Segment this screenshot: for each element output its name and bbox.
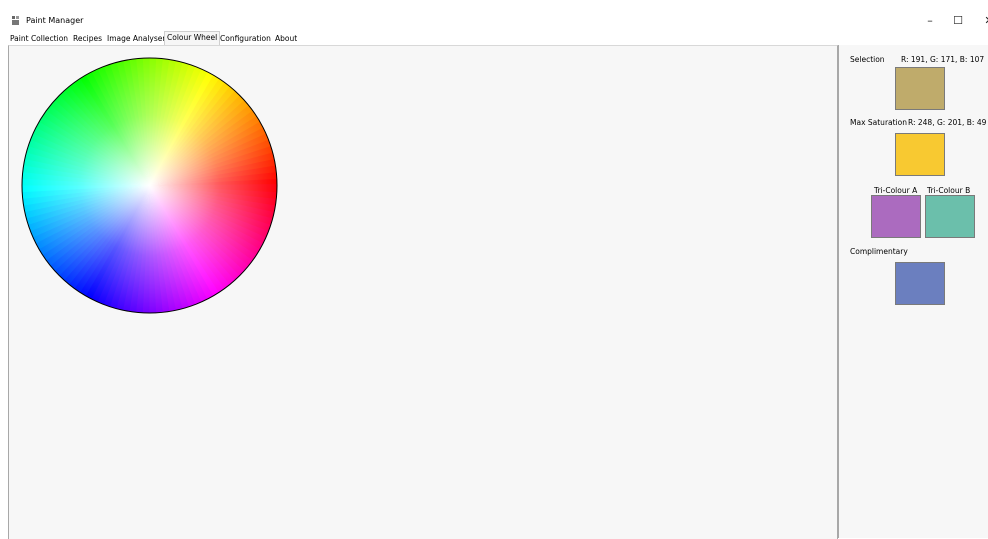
max-saturation-label: Max Saturation — [850, 118, 907, 127]
selection-label: Selection — [850, 55, 885, 64]
window-title: Paint Manager — [26, 16, 84, 25]
close-button[interactable]: ✕ — [977, 12, 988, 30]
tab-recipes[interactable]: Recipes — [73, 33, 102, 44]
complimentary-swatch — [895, 262, 945, 305]
selection-rgb-value: R: 191, G: 171, B: 107 — [901, 55, 985, 64]
complimentary-label: Complimentary — [850, 247, 908, 256]
tab-bar: Paint Collection Recipes Image Analyser … — [0, 31, 988, 45]
tab-image-analyser[interactable]: Image Analyser — [107, 33, 165, 44]
maximize-button[interactable]: ☐ — [946, 12, 970, 30]
title-bar: Paint Manager – ☐ ✕ — [0, 0, 988, 31]
max-saturation-swatch — [895, 133, 945, 176]
tab-configuration[interactable]: Configuration — [220, 33, 271, 44]
tab-colour-wheel[interactable]: Colour Wheel — [164, 31, 221, 45]
minimize-button[interactable]: – — [918, 12, 942, 30]
tri-colour-a-swatch — [871, 195, 921, 238]
tab-paint-collection[interactable]: Paint Collection — [10, 33, 68, 44]
max-saturation-rgb-value: R: 248, G: 201, B: 49 — [908, 118, 987, 127]
tab-about[interactable]: About — [275, 33, 297, 44]
colour-wheel[interactable] — [21, 57, 278, 314]
tri-colour-b-label: Tri-Colour B — [927, 186, 971, 195]
selection-swatch — [895, 67, 945, 110]
paint-app-icon — [12, 16, 19, 25]
tri-colour-a-label: Tri-Colour A — [874, 186, 918, 195]
tri-colour-b-swatch — [925, 195, 975, 238]
